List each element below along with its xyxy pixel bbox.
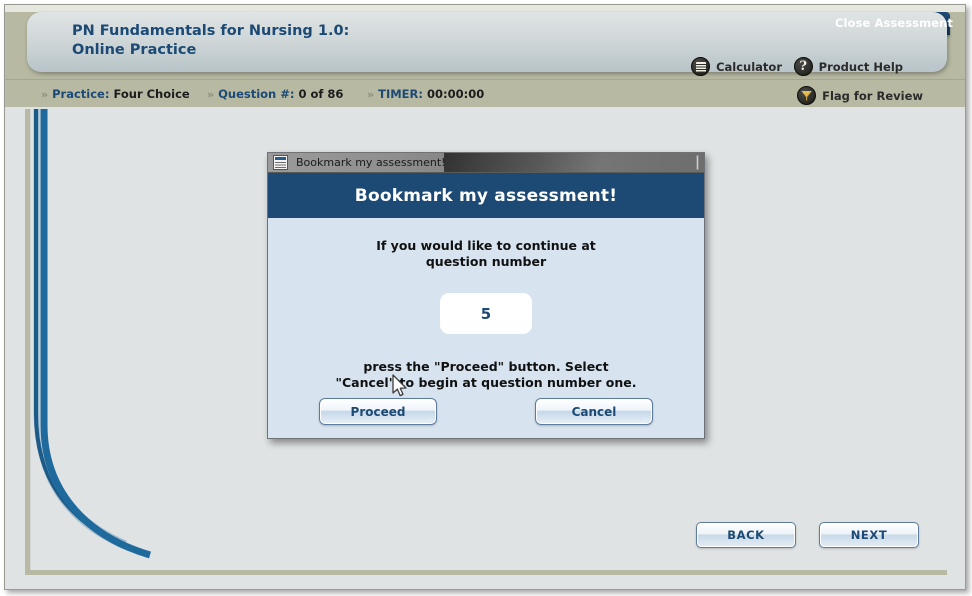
dialog-body: If you would like to continue at questio… <box>268 218 704 438</box>
dialog-header-banner: Bookmark my assessment! <box>268 173 704 218</box>
dialog-resize-grip[interactable] <box>696 155 699 170</box>
status-practice-label: Practice: <box>52 87 110 101</box>
back-button[interactable]: BACK <box>696 522 796 548</box>
cancel-button[interactable]: Cancel <box>535 398 653 425</box>
calculator-button[interactable]: Calculator <box>691 57 782 76</box>
dialog-instruction-bottom: press the "Proceed" button. Select "Canc… <box>335 359 637 390</box>
question-mark-icon: ? <box>793 57 813 76</box>
dialog-title-bar[interactable]: Bookmark my assessment! <box>268 153 704 173</box>
application-header: Close Assessment PN Fundamentals for Nur… <box>5 5 965 79</box>
question-number-value: 5 <box>480 304 492 323</box>
dialog-instruction-top: If you would like to continue at questio… <box>376 238 596 269</box>
status-question-value: 0 of 86 <box>298 87 344 101</box>
assessment-application-window: Close Assessment PN Fundamentals for Nur… <box>4 4 966 590</box>
calculator-icon <box>691 57 711 76</box>
proceed-button[interactable]: Proceed <box>319 398 437 425</box>
dialog-window-title: Bookmark my assessment! <box>296 156 446 169</box>
product-help-label: Product Help <box>818 59 903 74</box>
decorative-swoosh-graphic <box>33 109 151 559</box>
header-top-strip <box>5 5 965 12</box>
bookmark-assessment-dialog: Bookmark my assessment! Bookmark my asse… <box>267 152 705 439</box>
flag-for-review-label: Flag for Review <box>822 88 923 103</box>
calculator-label: Calculator <box>716 59 782 74</box>
page-title: PN Fundamentals for Nursing 1.0: Online … <box>72 23 350 58</box>
dialog-heading: Bookmark my assessment! <box>354 185 618 206</box>
flag-icon <box>797 86 817 105</box>
status-question: » Question #: 0 of 86 <box>207 87 343 101</box>
flag-for-review-button[interactable]: Flag for Review <box>797 86 923 105</box>
status-practice: » Practice: Four Choice <box>41 87 190 101</box>
chevron-icon: » <box>41 88 49 101</box>
status-practice-value: Four Choice <box>113 87 190 101</box>
question-number-input[interactable]: 5 <box>440 293 532 334</box>
document-icon <box>273 155 288 170</box>
close-assessment-link[interactable]: Close Assessment <box>835 16 953 30</box>
header-title-tab: PN Fundamentals for Nursing 1.0: Online … <box>27 12 947 76</box>
status-timer-value: 00:00:00 <box>427 87 485 101</box>
next-button[interactable]: NEXT <box>819 522 919 548</box>
chevron-icon: » <box>207 88 215 101</box>
product-help-button[interactable]: ? Product Help <box>793 57 903 76</box>
status-question-label: Question #: <box>218 87 295 101</box>
assessment-status-bar: » Practice: Four Choice » Question #: 0 of… <box>5 79 965 107</box>
status-timer-label: TIMER: <box>378 87 423 101</box>
chevron-icon: » <box>367 88 375 101</box>
status-timer: » TIMER: 00:00:00 <box>367 87 484 101</box>
